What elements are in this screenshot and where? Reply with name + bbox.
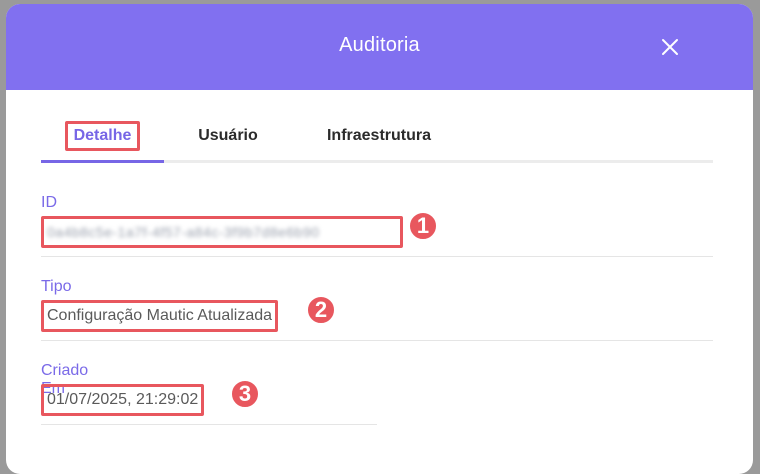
tab-detalhe[interactable]: Detalhe bbox=[41, 112, 164, 160]
tab-infraestrutura[interactable]: Infraestrutura bbox=[319, 112, 439, 160]
field-tipo-value-box: Configuração Mautic Atualizada bbox=[41, 300, 279, 332]
field-tipo-divider bbox=[41, 340, 713, 341]
modal-title: Auditoria bbox=[339, 34, 420, 56]
annotation-badge-3: 3 bbox=[230, 379, 260, 409]
field-id-value: 0a4b8c5e-1a7f-4f57-a84c-3f9b7d8e6b90 bbox=[47, 224, 320, 240]
annotation-badge-2: 2 bbox=[306, 295, 336, 325]
field-id-divider bbox=[41, 256, 713, 257]
active-tab-indicator bbox=[41, 160, 164, 163]
tab-bar: Detalhe Usuário Infraestrutura bbox=[41, 112, 713, 163]
annotation-badge-1: 1 bbox=[408, 211, 438, 241]
field-tipo-label: Tipo bbox=[41, 278, 72, 295]
tab-detalhe-label: Detalhe bbox=[64, 121, 141, 151]
field-criado-em-value: 01/07/2025, 21:29:02 bbox=[47, 391, 199, 408]
field-criado-em-divider bbox=[41, 424, 377, 425]
modal-header: Auditoria bbox=[6, 4, 753, 90]
close-icon bbox=[662, 39, 678, 55]
field-tipo-value: Configuração Mautic Atualizada bbox=[47, 307, 273, 324]
close-button[interactable] bbox=[658, 35, 682, 59]
field-id-label: ID bbox=[41, 194, 57, 211]
audit-modal: Auditoria Detalhe Usuário Infraestrutura… bbox=[6, 4, 753, 474]
field-criado-em-value-box: 01/07/2025, 21:29:02 bbox=[41, 384, 205, 416]
tab-usuario[interactable]: Usuário bbox=[191, 112, 265, 160]
field-id-value-box: 0a4b8c5e-1a7f-4f57-a84c-3f9b7d8e6b90 bbox=[41, 216, 403, 248]
